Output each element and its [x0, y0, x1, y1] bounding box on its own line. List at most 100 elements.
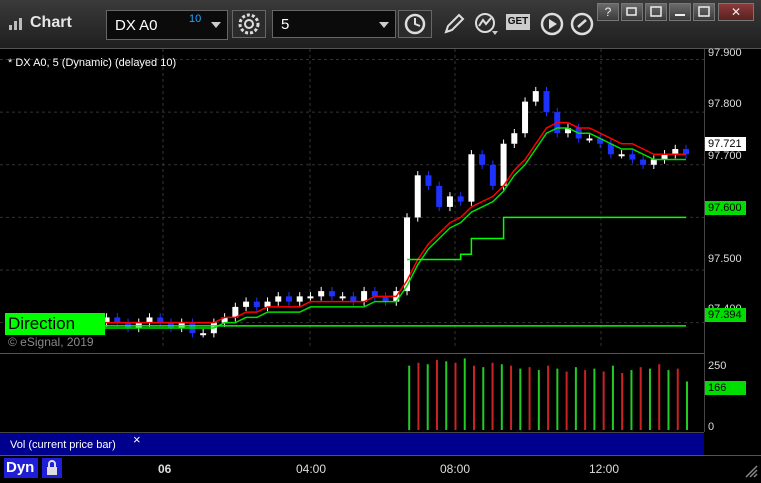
direction-study-label[interactable]: Direction: [5, 313, 105, 335]
price-bar: [543, 91, 550, 113]
price-label: 97.900: [708, 47, 742, 59]
volume-bar: [482, 367, 485, 430]
price-bar: [457, 196, 464, 202]
volume-bar: [648, 368, 651, 430]
volume-bar: [639, 367, 642, 430]
volume-bar: [519, 368, 522, 430]
symbol-dropdown-icon[interactable]: [211, 22, 221, 28]
volume-axis-label: 0: [708, 421, 715, 433]
lock-button[interactable]: [42, 458, 62, 478]
volume-tag: 166: [705, 381, 746, 395]
link-number: 10: [189, 13, 202, 25]
price-bar: [629, 154, 636, 160]
volume-bar: [528, 367, 531, 430]
toolbar: Chart DX A0 10 5 GET ? ✕: [0, 0, 761, 49]
volume-bar: [463, 358, 466, 430]
moving-average-red: [10, 121, 686, 324]
price-bar: [157, 317, 164, 323]
time-button[interactable]: [398, 10, 432, 38]
gear-icon: [238, 13, 260, 35]
price-chart[interactable]: [0, 49, 704, 349]
volume-bar: [408, 365, 411, 430]
last-price-tag: 97.721: [705, 137, 746, 151]
price-bar: [683, 149, 689, 155]
price-bar: [661, 154, 668, 160]
window-title: Chart: [30, 14, 72, 31]
volume-bar: [491, 362, 494, 430]
symbol-value: DX A0: [115, 17, 158, 34]
lower-band-tag: 97.394: [705, 308, 746, 322]
chart-symbol-label: * DX A0, 5 (Dynamic) (delayed 10): [8, 57, 177, 69]
play-icon[interactable]: [538, 11, 566, 37]
price-bar: [339, 296, 346, 299]
maximize-button[interactable]: [693, 3, 715, 21]
minimize-button[interactable]: [669, 3, 691, 21]
price-bar: [264, 301, 271, 307]
moving-average-green: [10, 127, 686, 329]
pencil-icon[interactable]: [440, 11, 468, 37]
chart-app-icon: [9, 18, 22, 30]
time-label: 04:00: [296, 462, 327, 476]
price-bar: [200, 333, 207, 336]
price-label: 97.700: [708, 150, 742, 162]
price-bar: [489, 164, 496, 186]
price-bar: [414, 175, 421, 218]
price-bar: [586, 138, 593, 141]
settings-button[interactable]: [232, 10, 266, 38]
interval-value: 5: [281, 16, 290, 33]
volume-bar: [426, 364, 429, 430]
link-icon[interactable]: [568, 11, 596, 37]
restore-button[interactable]: [621, 3, 643, 21]
close-study-icon[interactable]: ×: [133, 432, 141, 447]
price-bar: [522, 101, 529, 134]
price-bar: [371, 291, 378, 297]
volume-bar: [454, 362, 457, 430]
price-bar: [350, 296, 357, 302]
volume-bar: [417, 362, 420, 430]
price-bar: [307, 296, 314, 299]
price-bar: [328, 291, 335, 297]
volume-bar: [593, 368, 596, 430]
volume-axis-label: 250: [708, 360, 727, 372]
resize-grip-icon[interactable]: [742, 462, 758, 478]
unpin-button[interactable]: [645, 3, 667, 21]
volume-study-label: Vol (current price bar): [10, 439, 116, 451]
volume-bar: [537, 370, 540, 430]
dynamic-button[interactable]: Dyn: [4, 458, 38, 478]
volume-bar: [667, 370, 670, 430]
maximize-icon: [698, 6, 710, 17]
price-bar: [318, 291, 325, 297]
minimize-icon: [675, 14, 685, 16]
time-label: 08:00: [440, 462, 471, 476]
volume-bar: [556, 368, 559, 430]
help-button[interactable]: ?: [597, 3, 619, 21]
price-bar: [672, 149, 679, 155]
volume-bar: [686, 381, 688, 430]
interval-dropdown-icon[interactable]: [379, 22, 389, 28]
volume-bar: [473, 365, 476, 430]
get-button[interactable]: GET: [506, 14, 530, 30]
volume-bar: [445, 361, 448, 430]
volume-bar: [602, 371, 605, 430]
price-bar: [382, 296, 389, 302]
price-label: 97.500: [708, 253, 742, 265]
interval-input[interactable]: 5: [272, 10, 396, 38]
price-bar: [618, 154, 625, 157]
time-label: 12:00: [589, 462, 620, 476]
chart-panel[interactable]: [0, 49, 761, 432]
volume-bar: [435, 359, 438, 430]
volume-bar: [658, 364, 661, 430]
volume-bar: [630, 370, 633, 430]
time-axis[interactable]: [0, 455, 761, 482]
symbol-input[interactable]: DX A0 10: [106, 10, 228, 40]
price-bar: [640, 159, 647, 165]
price-bar: [511, 133, 518, 144]
price-bar: [275, 296, 282, 302]
price-bar: [446, 196, 453, 207]
study-icon[interactable]: [472, 11, 500, 37]
price-bar: [146, 317, 153, 323]
close-button[interactable]: ✕: [718, 3, 754, 21]
volume-chart[interactable]: [0, 353, 704, 434]
volume-bar: [676, 368, 679, 430]
window-icon: [650, 6, 662, 17]
